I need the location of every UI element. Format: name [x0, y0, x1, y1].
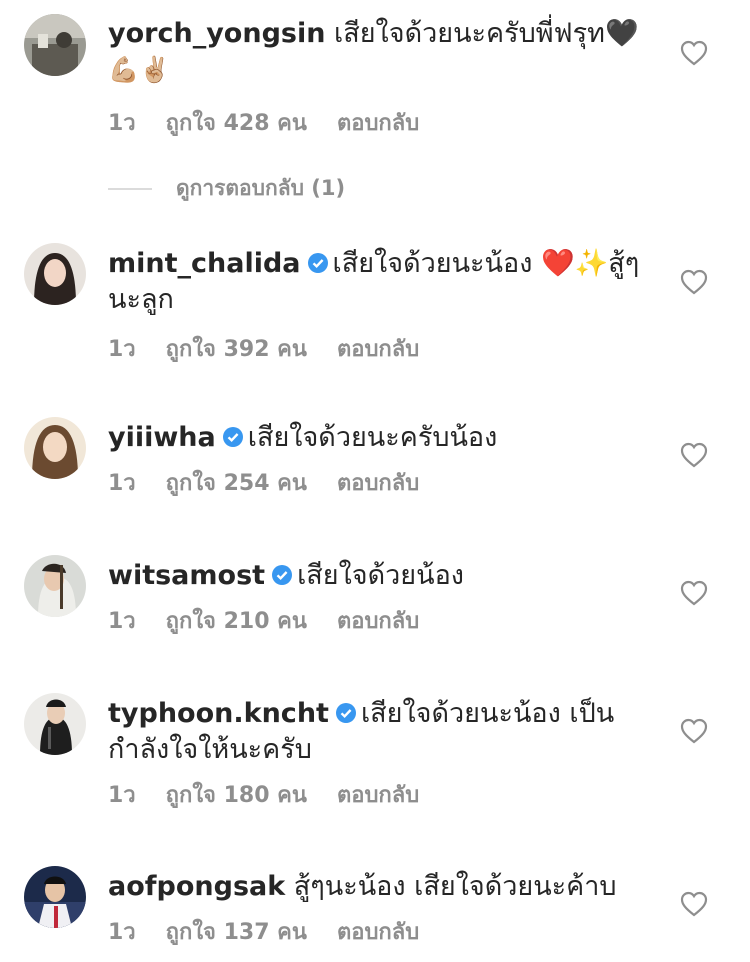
reply-button[interactable]: ตอบกลับ	[337, 782, 419, 810]
comment-time: 1ว	[108, 609, 136, 634]
comment-likes[interactable]: ถูกใจ 180 คน	[166, 782, 307, 810]
heart-outline-icon[interactable]	[680, 718, 708, 744]
comment-text: เสียใจด้วยนะน้อง เป็น	[360, 698, 615, 729]
replies-divider	[108, 187, 152, 190]
reply-button[interactable]: ตอบกลับ	[337, 470, 419, 498]
comment-text: สู้ๆนะน้อง เสียใจด้วยนะค้าบ	[293, 871, 617, 902]
reply-button[interactable]: ตอบกลับ	[337, 336, 419, 364]
comment-likes[interactable]: ถูกใจ 210 คน	[166, 608, 307, 636]
comment-username[interactable]: mint_chalida	[108, 248, 301, 279]
reply-button[interactable]: ตอบกลับ	[337, 919, 419, 947]
comment-emoji: 💪🏼✌🏼	[108, 55, 171, 84]
comment-username[interactable]: typhoon.kncht	[108, 698, 329, 729]
comment-text: เสียใจด้วยนะครับพี่ฟรุท🖤	[334, 18, 639, 49]
avatar[interactable]	[24, 866, 86, 928]
view-replies-link[interactable]: ดูการตอบกลับ (1)	[108, 172, 345, 205]
comment-likes[interactable]: ถูกใจ 428 คน	[166, 110, 307, 138]
avatar[interactable]	[24, 555, 86, 617]
comment-time: 1ว	[108, 783, 136, 808]
comment-time: 1ว	[108, 920, 136, 945]
verified-badge-icon	[335, 703, 356, 723]
verified-badge-icon	[222, 427, 243, 447]
comment-text: เสียใจด้วยน้อง	[297, 560, 464, 591]
comment-time: 1ว	[108, 111, 136, 136]
avatar[interactable]	[24, 417, 86, 479]
comment-text-continued: กำลังใจให้นะครับ	[108, 734, 312, 765]
comment-username[interactable]: witsamost	[108, 560, 265, 591]
verified-badge-icon	[272, 565, 293, 585]
reply-button[interactable]: ตอบกลับ	[337, 608, 419, 636]
heart-outline-icon[interactable]	[680, 442, 708, 468]
comment-username[interactable]: aofpongsak	[108, 871, 285, 902]
heart-outline-icon[interactable]	[680, 269, 708, 295]
comment-text-continued: นะลูก	[108, 284, 174, 315]
heart-outline-icon[interactable]	[680, 580, 708, 606]
reply-button[interactable]: ตอบกลับ	[337, 110, 419, 138]
comment-text: เสียใจด้วยนะน้อง ❤️✨สู้ๆ	[332, 248, 640, 279]
comments-feed: yorch_yongsin เสียใจด้วยนะครับพี่ฟรุท🖤 💪…	[0, 0, 750, 962]
heart-outline-icon[interactable]	[680, 40, 708, 66]
view-replies-label[interactable]: ดูการตอบกลับ (1)	[176, 172, 345, 205]
comment-likes[interactable]: ถูกใจ 254 คน	[166, 470, 307, 498]
comment-time: 1ว	[108, 337, 136, 362]
comment-username[interactable]: yiiiwha	[108, 422, 216, 453]
comment-username[interactable]: yorch_yongsin	[108, 18, 325, 49]
comment-time: 1ว	[108, 471, 136, 496]
heart-outline-icon[interactable]	[680, 891, 708, 917]
avatar[interactable]	[24, 14, 86, 76]
avatar[interactable]	[24, 693, 86, 755]
avatar[interactable]	[24, 243, 86, 305]
comment-likes[interactable]: ถูกใจ 392 คน	[166, 336, 307, 364]
comment-text: เสียใจด้วยนะครับน้อง	[247, 422, 498, 453]
comment-likes[interactable]: ถูกใจ 137 คน	[166, 919, 307, 947]
verified-badge-icon	[307, 253, 328, 273]
